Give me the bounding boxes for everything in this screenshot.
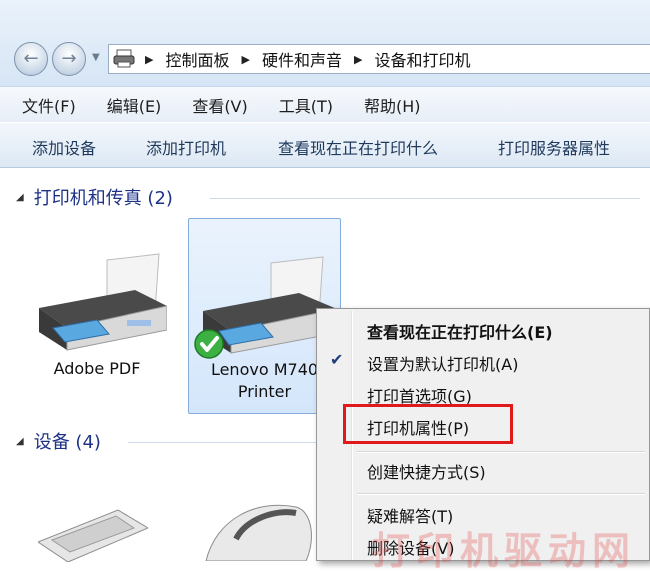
menu-separator — [357, 493, 645, 495]
group-title: 设备 (4) — [33, 432, 101, 453]
menu-separator — [357, 451, 645, 453]
menu-see-whats-printing[interactable]: 查看现在正在打印什么(E) — [367, 319, 553, 343]
menu-bar: 文件(F) 编辑(E) 查看(V) 工具(T) 帮助(H) — [0, 86, 650, 122]
collapse-triangle-icon[interactable]: ◢ — [16, 436, 24, 447]
forward-arrow-icon: → — [61, 48, 77, 69]
menu-tools[interactable]: 工具(T) — [257, 93, 342, 117]
back-button[interactable]: ← — [14, 42, 48, 76]
add-device-button[interactable]: 添加设备 — [32, 135, 96, 159]
breadcrumb-chevron-icon[interactable]: ▶ — [354, 53, 362, 66]
menu-help[interactable]: 帮助(H) — [342, 93, 430, 117]
menu-set-default-printer[interactable]: 设置为默认打印机(A) — [367, 351, 518, 375]
group-header-printers[interactable]: ◢ 打印机和传真 (2) — [16, 184, 173, 210]
printer-adobe-pdf[interactable]: Adobe PDF — [22, 250, 172, 380]
add-printer-button[interactable]: 添加打印机 — [146, 135, 226, 159]
see-whats-printing-button[interactable]: 查看现在正在打印什么 — [278, 135, 438, 159]
group-header-devices[interactable]: ◢ 设备 (4) — [16, 428, 101, 454]
breadcrumb-control-panel[interactable]: 控制面板 — [165, 47, 229, 71]
window-titlebar: ← → ▼ ▶ 控制面板 ▶ 硬件和声音 ▶ 设备和打印机 — [0, 0, 650, 86]
breadcrumb-chevron-icon[interactable]: ▶ — [241, 53, 249, 66]
collapse-triangle-icon[interactable]: ◢ — [16, 192, 24, 203]
recent-pages-dropdown-icon[interactable]: ▼ — [92, 52, 100, 63]
print-server-properties-button[interactable]: 打印服务器属性 — [498, 135, 610, 159]
menu-edit[interactable]: 编辑(E) — [85, 93, 171, 117]
breadcrumb-hardware-and-sound[interactable]: 硬件和声音 — [262, 47, 342, 71]
group-divider — [210, 198, 640, 199]
group-divider — [128, 442, 316, 443]
devices-and-printers-icon — [109, 45, 139, 73]
watermark-text: 打印机驱动网 — [372, 529, 637, 573]
breadcrumb-chevron-icon[interactable]: ▶ — [145, 53, 153, 66]
checkmark-icon: ✔ — [330, 350, 344, 369]
mouse-icon[interactable] — [196, 499, 316, 561]
printer-name: Adobe PDF — [53, 359, 141, 378]
printer-icon — [39, 253, 168, 351]
menu-view[interactable]: 查看(V) — [170, 93, 256, 117]
back-arrow-icon: ← — [23, 48, 39, 69]
annotation-highlight-box — [343, 404, 513, 444]
menu-create-shortcut[interactable]: 创建快捷方式(S) — [367, 459, 486, 483]
menu-file[interactable]: 文件(F) — [0, 93, 85, 117]
default-printer-check-icon — [194, 329, 224, 359]
breadcrumb-devices-and-printers[interactable]: 设备和打印机 — [374, 47, 470, 71]
group-title: 打印机和传真 (2) — [33, 188, 173, 209]
address-bar[interactable]: ▶ 控制面板 ▶ 硬件和声音 ▶ 设备和打印机 — [108, 44, 650, 74]
command-toolbar: 添加设备 添加打印机 查看现在正在打印什么 打印服务器属性 — [0, 122, 650, 168]
keyboard-icon[interactable] — [38, 502, 148, 562]
forward-button[interactable]: → — [52, 42, 86, 76]
